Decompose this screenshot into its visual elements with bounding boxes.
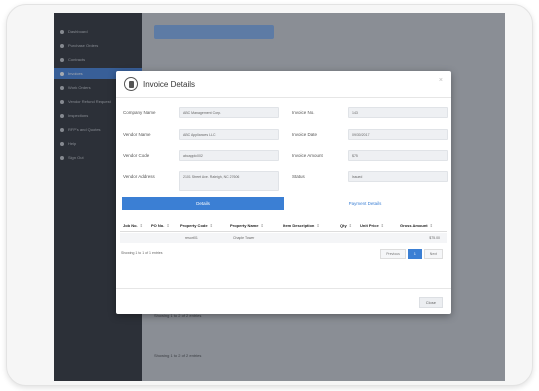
sidebar-item-label: Work Orders xyxy=(68,85,91,90)
sidebar-item-label: Inspections xyxy=(68,113,89,118)
sidebar-item-purchase-orders[interactable]: Purchase Orders xyxy=(60,40,142,51)
column-header-po-no[interactable]: PO No. ⇕ xyxy=(148,223,177,228)
invoice-details-modal: Invoice Details × Company Name ABC Manag… xyxy=(116,71,451,314)
sidebar-item-contracts[interactable]: Contracts xyxy=(60,54,142,65)
field-label: Vendor Name xyxy=(123,132,151,137)
field-company-name: Company Name ABC Management Corp. xyxy=(123,107,279,118)
sort-icon: ⇕ xyxy=(380,223,385,228)
field-status: Status Issued xyxy=(292,171,448,182)
column-header-property-name[interactable]: Property Name ⇕ xyxy=(227,223,280,228)
cart-icon xyxy=(60,43,64,48)
document-icon xyxy=(60,57,64,62)
field-label: Invoice Date xyxy=(292,132,318,137)
sort-icon: ⇕ xyxy=(166,223,170,228)
sort-icon: ⇕ xyxy=(209,223,213,228)
app-screen: Dashboard Purchase Orders Contracts Invo… xyxy=(54,13,505,381)
table-header: Job No. ⇕ PO No. ⇕ Property Code ⇕ Property… xyxy=(120,220,447,232)
modal-title: Invoice Details xyxy=(143,79,196,89)
field-invoice-date: Invoice Date 09/30/2017 xyxy=(292,129,448,140)
column-header-qty[interactable]: Qty ⇕ xyxy=(337,223,357,228)
vendor-name-field[interactable]: ABC Appliances LLC xyxy=(179,129,279,140)
column-header-gross-amount[interactable]: Gross Amount ⇕ xyxy=(397,223,447,228)
field-invoice-no: Invoice No. 143 xyxy=(292,107,448,118)
sort-icon: ⇕ xyxy=(316,223,320,228)
field-label: Invoice Amount xyxy=(292,153,323,158)
sidebar-item-label: RFP's and Quotes xyxy=(68,127,101,132)
field-label: Vendor Code xyxy=(123,153,150,158)
sidebar-item-label: Vendor Refund Request xyxy=(68,99,111,104)
sidebar-item-label: Purchase Orders xyxy=(68,43,99,48)
vendor-code-field[interactable]: abcapplc002 xyxy=(179,150,279,161)
sidebar-item-dashboard[interactable]: Dashboard xyxy=(60,26,142,37)
invoice-no-field[interactable]: 143 xyxy=(348,107,448,118)
pagination: Previous 1 Next xyxy=(380,249,443,259)
help-icon xyxy=(60,141,64,146)
sort-icon: ⇕ xyxy=(348,223,353,228)
sidebar-item-label: Contracts xyxy=(68,57,86,62)
tablet-frame: Dashboard Purchase Orders Contracts Invo… xyxy=(6,4,533,386)
status-field[interactable]: Issued xyxy=(348,171,448,182)
sort-icon: ⇕ xyxy=(139,223,144,228)
field-vendor-name: Vendor Name ABC Appliances LLC xyxy=(123,129,279,140)
close-button[interactable]: Close xyxy=(418,297,443,308)
background-header-bar xyxy=(154,25,274,39)
column-header-unit-price[interactable]: Unit Price ⇕ xyxy=(357,223,397,228)
field-label: Invoice No. xyxy=(292,110,315,115)
field-vendor-address: Vendor Address 2101 Street Ave. Raleigh,… xyxy=(123,171,279,191)
modal-tabs: Details Payment Details xyxy=(122,197,446,210)
sidebar-item-label: Dashboard xyxy=(68,29,88,34)
field-label: Vendor Address xyxy=(123,174,155,179)
sign-out-icon xyxy=(60,155,64,160)
invoice-icon xyxy=(124,77,138,91)
company-name-field[interactable]: ABC Management Corp. xyxy=(179,107,279,118)
sort-icon: ⇕ xyxy=(260,223,264,228)
column-header-job-no[interactable]: Job No. ⇕ xyxy=(120,223,148,228)
field-label: Company Name xyxy=(123,110,156,115)
table-cell: resort01 xyxy=(185,236,198,240)
previous-page-button[interactable]: Previous xyxy=(380,249,406,259)
field-vendor-code: Vendor Code abcapplc002 xyxy=(123,150,279,161)
field-label: Status xyxy=(292,174,305,179)
column-header-item-description[interactable]: Item Description ⇕ xyxy=(280,223,337,228)
refund-icon xyxy=(60,99,64,104)
modal-footer: Close xyxy=(116,288,451,314)
close-icon[interactable]: × xyxy=(439,77,443,84)
search-icon xyxy=(60,113,64,118)
dashboard-icon xyxy=(60,29,64,34)
sidebar-item-label: Sign Out xyxy=(68,155,84,160)
wrench-icon xyxy=(60,85,64,90)
tab-details[interactable]: Details xyxy=(122,197,284,210)
vendor-address-field[interactable]: 2101 Street Ave. Raleigh, NC 27606 xyxy=(179,171,279,191)
invoice-date-field[interactable]: 09/30/2017 xyxy=(348,129,448,140)
sidebar-item-label: Help xyxy=(68,141,77,146)
column-header-property-code[interactable]: Property Code ⇕ xyxy=(177,223,227,228)
table-cell: Chaple Tower xyxy=(233,236,255,240)
field-invoice-amount: Invoice Amount $75 xyxy=(292,150,448,161)
sort-icon: ⇕ xyxy=(429,223,433,228)
invoice-amount-field[interactable]: $75 xyxy=(348,150,448,161)
table-row[interactable]: resort01 Chaple Tower $75.00 xyxy=(120,233,447,243)
tab-payment-details[interactable]: Payment Details xyxy=(284,197,446,210)
next-page-button[interactable]: Next xyxy=(423,249,443,259)
quote-icon xyxy=(60,127,64,132)
page-1-button[interactable]: 1 xyxy=(407,249,422,259)
table-info: Showing 1 to 1 of 1 entries xyxy=(121,251,163,255)
table-cell: $75.00 xyxy=(429,236,440,240)
sidebar-item-label: Invoices xyxy=(68,71,83,76)
invoice-icon xyxy=(60,71,64,76)
modal-header: Invoice Details xyxy=(116,71,451,98)
background-showing-text: Showing 1 to 2 of 2 entries xyxy=(154,353,202,358)
